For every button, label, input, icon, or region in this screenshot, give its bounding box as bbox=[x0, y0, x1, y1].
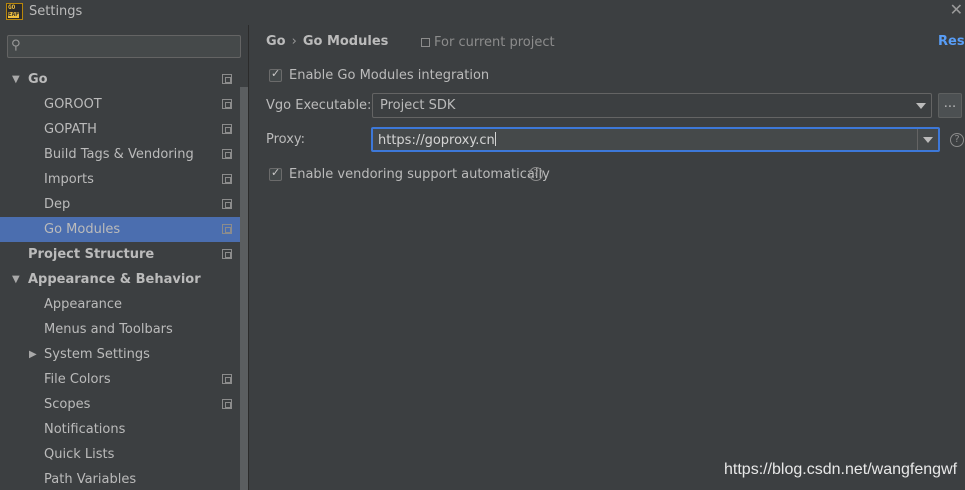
project-scope-icon bbox=[222, 149, 232, 159]
sidebar-item-label: Dep bbox=[44, 197, 71, 212]
vgo-executable-label: Vgo Executable: bbox=[266, 98, 372, 113]
sidebar-item-label: Notifications bbox=[44, 422, 126, 437]
breadcrumb-separator: › bbox=[291, 34, 297, 49]
sidebar-item-label: Go bbox=[28, 72, 48, 87]
project-scope-icon bbox=[222, 224, 232, 234]
proxy-combo[interactable]: https://goproxy.cn bbox=[371, 127, 940, 152]
scope-note-text: For current project bbox=[434, 35, 555, 50]
chevron-down-icon[interactable] bbox=[916, 103, 926, 109]
sidebar-item-goroot[interactable]: GOROOT bbox=[0, 92, 240, 117]
sidebar-item-menus-and-toolbars[interactable]: Menus and Toolbars bbox=[0, 317, 240, 342]
expand-arrow-icon[interactable]: ▼ bbox=[12, 267, 20, 292]
browse-button[interactable]: ... bbox=[938, 93, 962, 118]
sidebar-item-imports[interactable]: Imports bbox=[0, 167, 240, 192]
sidebar-item-path-variables[interactable]: Path Variables bbox=[0, 467, 240, 490]
enable-modules-label[interactable]: Enable Go Modules integration bbox=[289, 68, 489, 83]
project-scope-icon bbox=[222, 374, 232, 384]
scope-note: For current project bbox=[421, 35, 555, 50]
sidebar-item-label: Menus and Toolbars bbox=[44, 322, 173, 337]
sidebar-item-label: File Colors bbox=[44, 372, 111, 387]
project-scope-icon bbox=[222, 249, 232, 259]
sidebar-item-label: GOROOT bbox=[44, 97, 102, 112]
sidebar-item-scopes[interactable]: Scopes bbox=[0, 392, 240, 417]
collapse-arrow-icon[interactable]: ▶ bbox=[29, 342, 37, 367]
sidebar-item-build-tags-vendoring[interactable]: Build Tags & Vendoring bbox=[0, 142, 240, 167]
sidebar-item-label: Appearance bbox=[44, 297, 123, 312]
watermark-text: https://blog.csdn.net/wangfengwf bbox=[724, 461, 958, 478]
sidebar-item-label: GOPATH bbox=[44, 122, 97, 137]
sidebar-item-go[interactable]: ▼ Go bbox=[0, 67, 240, 92]
breadcrumb-parent[interactable]: Go bbox=[266, 34, 286, 49]
enable-vendoring-label[interactable]: Enable vendoring support automatically bbox=[289, 167, 550, 182]
title-bar: GO EAP Settings ✕ bbox=[0, 0, 965, 25]
sidebar-item-label: Build Tags & Vendoring bbox=[44, 147, 194, 162]
sidebar-item-label: Imports bbox=[44, 172, 94, 187]
sidebar-item-label: Scopes bbox=[44, 397, 91, 412]
search-input[interactable]: ⚲ bbox=[7, 35, 241, 58]
combo-divider bbox=[917, 129, 918, 150]
sidebar-item-file-colors[interactable]: File Colors bbox=[0, 367, 240, 392]
sidebar-item-label: Path Variables bbox=[44, 472, 137, 487]
settings-tree: ▼ Go GOROOT GOPATH Build Tags & Vendoring Imp… bbox=[0, 67, 240, 490]
text-caret bbox=[494, 132, 496, 146]
project-scope-icon bbox=[421, 38, 430, 47]
window-title: Settings bbox=[29, 4, 83, 19]
sidebar-scrollbar[interactable] bbox=[240, 87, 248, 490]
main-panel: Go › Go Modules For current project Rese E… bbox=[249, 25, 965, 490]
project-scope-icon bbox=[222, 99, 232, 109]
project-scope-icon bbox=[222, 399, 232, 409]
sidebar-item-label: Appearance & Behavior bbox=[28, 272, 201, 287]
breadcrumb-current: Go Modules bbox=[302, 34, 389, 49]
proxy-value: https://goproxy.cn bbox=[378, 133, 495, 148]
sidebar-item-go-modules[interactable]: Go Modules bbox=[0, 217, 240, 242]
sidebar-item-quick-lists[interactable]: Quick Lists bbox=[0, 442, 240, 467]
settings-sidebar: ⚲ ▼ Go GOROOT GOPATH Build Tags & Vendoring I… bbox=[0, 25, 249, 490]
chevron-down-icon[interactable] bbox=[923, 137, 933, 143]
help-icon[interactable]: ? bbox=[950, 133, 964, 147]
sidebar-item-label: Quick Lists bbox=[44, 447, 115, 462]
sidebar-item-label: Project Structure bbox=[28, 247, 155, 262]
reset-link[interactable]: Rese bbox=[938, 34, 965, 49]
sidebar-item-label: Go Modules bbox=[44, 222, 121, 237]
sidebar-item-dep[interactable]: Dep bbox=[0, 192, 240, 217]
project-scope-icon bbox=[222, 199, 232, 209]
project-scope-icon bbox=[222, 174, 232, 184]
enable-modules-checkbox[interactable] bbox=[269, 67, 282, 82]
sidebar-item-project-structure[interactable]: Project Structure bbox=[0, 242, 240, 267]
sidebar-item-notifications[interactable]: Notifications bbox=[0, 417, 240, 442]
app-icon-text-bottom: EAP bbox=[8, 11, 19, 18]
proxy-label: Proxy: bbox=[266, 132, 306, 147]
close-icon[interactable]: ✕ bbox=[950, 0, 963, 19]
sidebar-item-gopath[interactable]: GOPATH bbox=[0, 117, 240, 142]
project-scope-icon bbox=[222, 74, 232, 84]
sidebar-item-label: System Settings bbox=[44, 347, 150, 362]
vgo-executable-value: Project SDK bbox=[380, 98, 456, 113]
breadcrumb: Go › Go Modules bbox=[266, 34, 388, 49]
sidebar-item-appearance-behavior[interactable]: ▼ Appearance & Behavior bbox=[0, 267, 240, 292]
search-icon: ⚲ bbox=[11, 38, 21, 53]
help-icon[interactable]: ? bbox=[529, 167, 543, 181]
project-scope-icon bbox=[222, 124, 232, 134]
sidebar-item-appearance[interactable]: Appearance bbox=[0, 292, 240, 317]
vgo-executable-select[interactable]: Project SDK bbox=[372, 93, 932, 118]
proxy-input[interactable]: https://goproxy.cn bbox=[378, 132, 496, 148]
sidebar-item-system-settings[interactable]: ▶ System Settings bbox=[0, 342, 240, 367]
goland-app-icon: GO EAP bbox=[6, 3, 23, 20]
enable-vendoring-checkbox[interactable] bbox=[269, 166, 282, 181]
expand-arrow-icon[interactable]: ▼ bbox=[12, 67, 20, 92]
